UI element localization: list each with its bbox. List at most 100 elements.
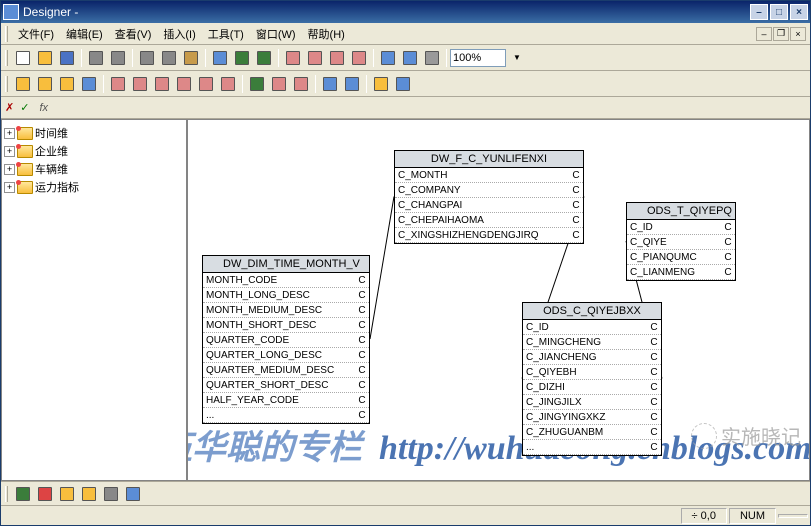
grid-icon[interactable] [377, 47, 399, 69]
entity-column[interactable]: C_CHEPAIHAOMAC [395, 213, 583, 228]
undo-icon[interactable] [231, 47, 253, 69]
entity-column[interactable]: C_PIANQUMCC [627, 250, 735, 265]
print-icon[interactable] [85, 47, 107, 69]
entity-column[interactable]: MONTH_MEDIUM_DESCC [203, 303, 369, 318]
plus-icon[interactable] [246, 73, 268, 95]
cancel-icon[interactable]: ✗ [5, 101, 14, 114]
entity-column[interactable]: MONTH_CODEC [203, 273, 369, 288]
fx-icon[interactable]: fx [35, 102, 52, 114]
expand-icon[interactable]: + [4, 182, 15, 193]
diagram-canvas[interactable]: 伍华聪的专栏 http://wuhuacong.cnblogs.com 实施晓记… [187, 119, 810, 481]
entity-ODS_T_QIYEPQ[interactable]: ODS_T_QIYEPQC_IDCC_QIYECC_PIANQUMCCC_LIA… [626, 202, 736, 281]
obj-icon[interactable] [78, 73, 100, 95]
tree-node[interactable]: +运力指标 [4, 178, 184, 196]
schema-icon[interactable] [282, 47, 304, 69]
tree-node[interactable]: +企业维 [4, 142, 184, 160]
entity-column[interactable]: C_JINGYINGXKZC [523, 410, 661, 425]
fld4-icon[interactable] [173, 73, 195, 95]
push-icon[interactable] [122, 483, 144, 505]
entity-column[interactable]: HALF_YEAR_CODEC [203, 393, 369, 408]
menu-item[interactable]: 工具(T) [202, 24, 250, 44]
menu-item[interactable]: 查看(V) [109, 24, 158, 44]
group-icon[interactable] [78, 483, 100, 505]
filter-icon[interactable] [56, 73, 78, 95]
entity-column[interactable]: C_MINGCHENGC [523, 335, 661, 350]
tab1-icon[interactable] [304, 47, 326, 69]
dec-icon[interactable] [195, 73, 217, 95]
open-icon[interactable] [34, 47, 56, 69]
entity-column[interactable]: C_XINGSHIZHENGDENGJIRQC [395, 228, 583, 243]
info-icon[interactable] [392, 73, 414, 95]
entity-column[interactable]: QUARTER_SHORT_DESCC [203, 378, 369, 393]
copy-icon[interactable] [158, 47, 180, 69]
minimize-button[interactable]: – [750, 4, 768, 20]
entity-column[interactable]: C_QIYEC [627, 235, 735, 250]
entity-column[interactable]: C_LIANMENGC [627, 265, 735, 280]
entity-column[interactable]: QUARTER_CODEC [203, 333, 369, 348]
prop-icon[interactable] [100, 483, 122, 505]
save-icon[interactable] [56, 47, 78, 69]
paste-icon[interactable] [180, 47, 202, 69]
menu-item[interactable]: 插入(I) [157, 24, 201, 44]
zoom-input[interactable] [450, 49, 506, 67]
menu-item[interactable]: 帮助(H) [302, 24, 351, 44]
entity-column[interactable]: QUARTER_LONG_DESCC [203, 348, 369, 363]
del-icon[interactable] [34, 483, 56, 505]
entity-column[interactable]: C_ZHUGUANBMC [523, 425, 661, 440]
refresh-icon[interactable] [370, 73, 392, 95]
confirm-icon[interactable]: ✓ [20, 101, 29, 114]
entity-column[interactable]: C_JIANCHENGC [523, 350, 661, 365]
obj2-icon[interactable] [268, 73, 290, 95]
redo-icon[interactable] [253, 47, 275, 69]
entity-column[interactable]: MONTH_LONG_DESCC [203, 288, 369, 303]
obj3-icon[interactable] [290, 73, 312, 95]
mdi-minimize-button[interactable]: – [756, 27, 772, 41]
addlink-icon[interactable] [12, 483, 34, 505]
entity-column[interactable]: C_IDC [523, 320, 661, 335]
entity-column[interactable]: ...C [523, 440, 661, 455]
tree-node[interactable]: +车辆维 [4, 160, 184, 178]
cam1-icon[interactable] [12, 73, 34, 95]
entity-DW_DIM_TIME_MONTH_V[interactable]: DW_DIM_TIME_MONTH_VMONTH_CODECMONTH_LONG… [202, 255, 370, 424]
menu-item[interactable]: 窗口(W) [250, 24, 302, 44]
add2-icon[interactable] [341, 73, 363, 95]
entity-column[interactable]: C_QIYEBHC [523, 365, 661, 380]
entity-column[interactable]: C_JINGJILXC [523, 395, 661, 410]
entity-column[interactable]: C_COMPANYC [395, 183, 583, 198]
entity-column[interactable]: C_DIZHIC [523, 380, 661, 395]
lock-icon[interactable] [421, 47, 443, 69]
cut-icon[interactable] [136, 47, 158, 69]
entity-column[interactable]: QUARTER_MEDIUM_DESCC [203, 363, 369, 378]
add1-icon[interactable] [319, 73, 341, 95]
expand-icon[interactable]: + [4, 164, 15, 175]
entity-column[interactable]: MONTH_SHORT_DESCC [203, 318, 369, 333]
new-icon[interactable] [12, 47, 34, 69]
entity-column[interactable]: ...C [203, 408, 369, 423]
mdi-close-button[interactable]: × [790, 27, 806, 41]
entity-DW_F_C_YUNLIFENXI[interactable]: DW_F_C_YUNLIFENXIC_MONTHCC_COMPANYCC_CHA… [394, 150, 584, 244]
close-button[interactable]: × [790, 4, 808, 20]
win-icon[interactable] [399, 47, 421, 69]
menu-item[interactable]: 编辑(E) [60, 24, 109, 44]
anno-icon[interactable] [217, 73, 239, 95]
expand-icon[interactable]: + [4, 128, 15, 139]
mdi-restore-button[interactable]: ❐ [773, 27, 789, 41]
fld1-icon[interactable] [107, 73, 129, 95]
cam2-icon[interactable] [34, 73, 56, 95]
fld3-icon[interactable] [151, 73, 173, 95]
fld2-icon[interactable] [129, 73, 151, 95]
preview-icon[interactable] [107, 47, 129, 69]
tree-node[interactable]: +时间维 [4, 124, 184, 142]
tab2-icon[interactable] [326, 47, 348, 69]
maximize-button[interactable]: □ [770, 4, 788, 20]
find-icon[interactable] [209, 47, 231, 69]
entity-column[interactable]: C_IDC [627, 220, 735, 235]
menu-item[interactable]: 文件(F) [12, 24, 60, 44]
tree-panel[interactable]: +时间维+企业维+车辆维+运力指标 [1, 119, 187, 481]
entity-column[interactable]: C_CHANGPAIC [395, 198, 583, 213]
entity-ODS_C_QIYEJBXX[interactable]: ODS_C_QIYEJBXXC_IDCC_MINGCHENGCC_JIANCHE… [522, 302, 662, 456]
tab3-icon[interactable] [348, 47, 370, 69]
entity-column[interactable]: C_MONTHC [395, 168, 583, 183]
expand-icon[interactable]: + [4, 146, 15, 157]
filter-icon[interactable] [56, 483, 78, 505]
